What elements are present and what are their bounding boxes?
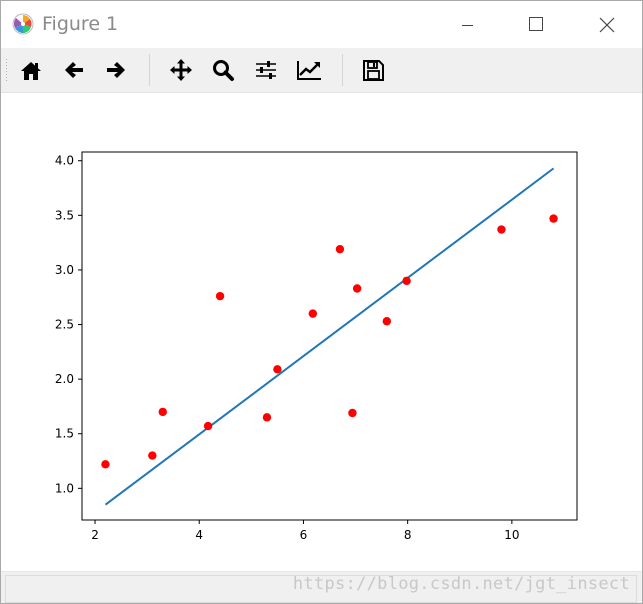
watermark-text: https://blog.csdn.net/jgt_insect xyxy=(292,574,630,594)
zoom-button[interactable] xyxy=(207,54,239,86)
toolbar-separator xyxy=(149,54,150,86)
move-icon xyxy=(170,59,192,81)
close-button[interactable] xyxy=(582,1,628,48)
minimize-icon xyxy=(462,25,473,26)
data-point xyxy=(335,244,345,254)
x-tick-label: 10 xyxy=(504,528,519,542)
data-point xyxy=(101,460,110,469)
y-tick-label: 1.0 xyxy=(55,481,74,495)
edit-axes-button[interactable] xyxy=(293,54,325,86)
pan-button[interactable] xyxy=(165,54,197,86)
data-point xyxy=(273,365,282,374)
y-tick-label: 3.0 xyxy=(55,263,74,277)
toolbar-grip[interactable] xyxy=(5,58,8,82)
window-title: Figure 1 xyxy=(42,13,119,35)
y-tick-label: 3.5 xyxy=(55,208,74,222)
data-point xyxy=(158,407,167,417)
figure-canvas[interactable]: 2 4 6 8 10 1.0 1.5 2.0 2.5 3.0 3.5 4.0 xyxy=(1,93,642,571)
save-button[interactable] xyxy=(357,54,389,86)
data-point xyxy=(549,214,558,223)
back-button[interactable] xyxy=(58,54,90,86)
close-icon xyxy=(599,17,615,33)
sliders-icon xyxy=(256,61,276,79)
y-tick-label: 2.0 xyxy=(55,372,74,386)
data-point xyxy=(215,291,225,301)
x-tick-label: 4 xyxy=(195,528,203,542)
data-point xyxy=(497,225,506,234)
navigation-toolbar xyxy=(1,48,642,93)
regression-line xyxy=(104,167,555,506)
y-tick-label: 1.5 xyxy=(55,427,74,441)
x-tick-label: 8 xyxy=(404,528,412,542)
configure-subplots-button[interactable] xyxy=(250,54,282,86)
scatter-plot: 2 4 6 8 10 1.0 1.5 2.0 2.5 3.0 3.5 4.0 xyxy=(55,151,578,542)
title-bar[interactable]: Figure 1 xyxy=(1,1,642,48)
x-tick-label: 6 xyxy=(300,528,308,542)
floppy-disk-icon xyxy=(363,60,384,81)
matplotlib-logo-icon xyxy=(12,13,34,35)
home-icon xyxy=(21,62,41,80)
data-point xyxy=(382,317,392,326)
data-point xyxy=(352,284,362,293)
arrow-left-icon xyxy=(65,62,83,78)
magnifier-icon xyxy=(213,60,234,81)
toolbar-separator xyxy=(342,54,343,86)
data-point xyxy=(308,309,318,318)
minimize-button[interactable] xyxy=(444,1,490,48)
home-button[interactable] xyxy=(15,54,47,86)
maximize-icon xyxy=(529,17,543,31)
data-point xyxy=(203,421,213,431)
x-tick-label: 2 xyxy=(91,528,99,542)
data-point xyxy=(148,451,157,460)
line-chart-icon xyxy=(297,61,321,80)
arrow-right-icon xyxy=(107,62,125,78)
y-tick-label: 2.5 xyxy=(55,318,74,332)
data-point xyxy=(402,276,411,286)
data-point xyxy=(348,408,357,418)
status-bar: https://blog.csdn.net/jgt_insect xyxy=(1,571,642,603)
maximize-button[interactable] xyxy=(513,1,559,48)
data-point xyxy=(262,413,272,422)
forward-button[interactable] xyxy=(100,54,132,86)
y-tick-label: 4.0 xyxy=(55,154,74,168)
figure-window: Figure 1 2 4 6 8 10 1.0 1.5 2.0 2.5 3.0 … xyxy=(0,0,643,604)
